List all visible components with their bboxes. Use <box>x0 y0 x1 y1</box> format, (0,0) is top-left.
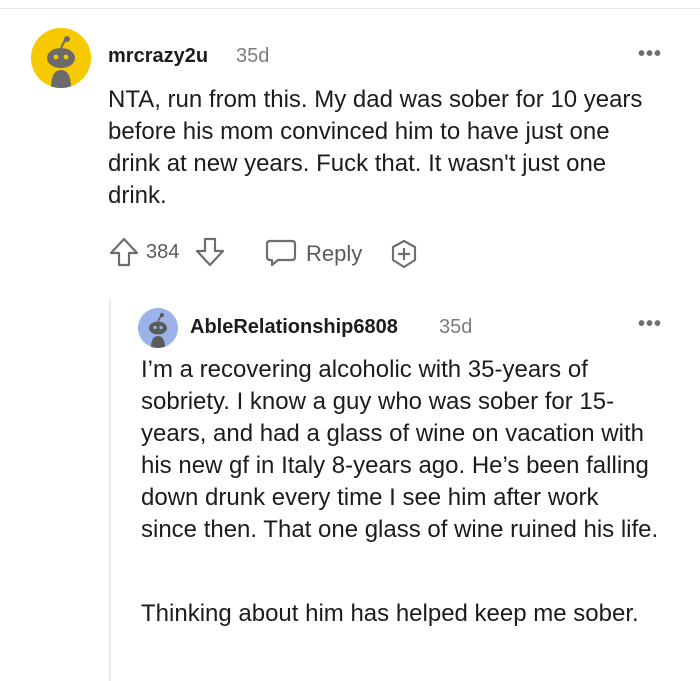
reply-age: 35d <box>439 316 473 338</box>
thread-line[interactable] <box>109 298 111 681</box>
comment-age: 35d <box>236 45 270 67</box>
comment-username[interactable]: mrcrazy2u <box>108 45 208 68</box>
comment-body: NTA, run from this. My dad was sober for… <box>108 86 643 209</box>
reply-paragraph-1: I’m a recovering alcoholic with 35-years… <box>141 356 659 543</box>
snoo-avatar-icon <box>31 28 91 88</box>
comment-action-bar: 384 Reply <box>104 234 464 274</box>
upvote-button[interactable] <box>108 236 140 273</box>
reply-username[interactable]: AbleRelationship6808 <box>190 316 398 339</box>
reply-paragraph-2: Thinking about him has helped keep me so… <box>141 600 639 627</box>
top-divider <box>0 8 700 9</box>
commenter-avatar[interactable] <box>31 28 91 88</box>
snoo-avatar-icon <box>138 308 178 348</box>
reply-avatar[interactable] <box>138 308 178 348</box>
award-plus-icon <box>391 239 417 269</box>
speech-bubble-icon <box>265 239 297 267</box>
more-options-button[interactable]: ••• <box>638 43 662 66</box>
award-button[interactable] <box>388 238 420 275</box>
downvote-button[interactable] <box>194 236 226 273</box>
vote-score: 384 <box>146 241 180 263</box>
downvote-arrow-icon <box>195 237 225 267</box>
reply-more-options-button[interactable]: ••• <box>638 313 662 336</box>
reply-label: Reply <box>306 241 363 266</box>
upvote-arrow-icon <box>109 237 139 267</box>
